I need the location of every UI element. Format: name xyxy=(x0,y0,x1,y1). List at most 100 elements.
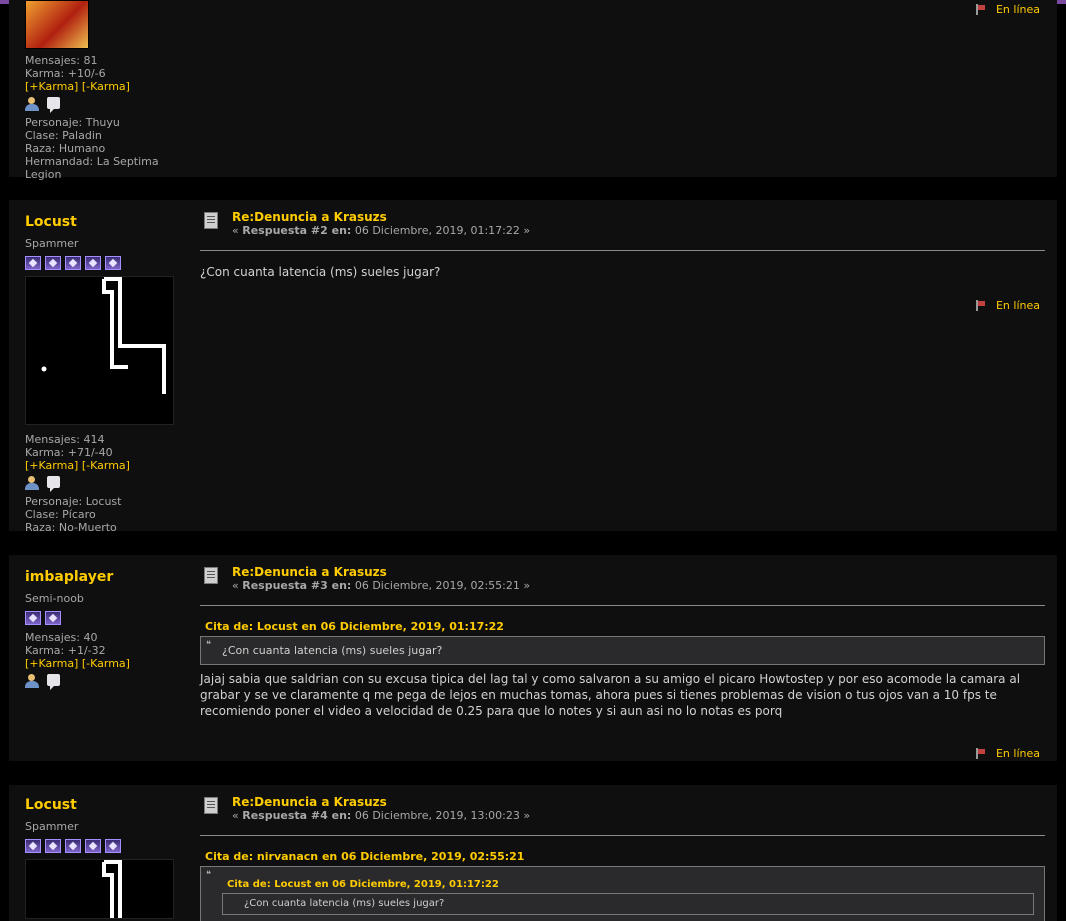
rank-star-icon xyxy=(45,611,61,625)
poster-info: imbaplayer Semi-noob Mensajes: 40 Karma:… xyxy=(25,569,185,693)
character-race: Raza: Humano xyxy=(25,142,106,155)
nested-quote-text: ¿Con cuanta latencia (ms) sueles jugar? xyxy=(244,898,445,909)
message-count: Mensajes: 40 xyxy=(25,631,98,644)
quote-mark-icon: ❝ xyxy=(206,870,211,880)
private-message-icon[interactable] xyxy=(47,476,60,492)
post-content: Re:Denuncia a Krasuzs « Respuesta #3 en:… xyxy=(200,565,1045,719)
post-icon xyxy=(204,567,218,584)
private-message-icon[interactable] xyxy=(47,97,60,113)
online-status: En línea xyxy=(975,747,1040,760)
reply-number: Respuesta #2 en: xyxy=(242,224,352,237)
rank-star-icon xyxy=(85,256,101,270)
rank-star-icon xyxy=(105,839,121,853)
poster-name[interactable]: Locust xyxy=(25,214,185,230)
character-name: Personaje: Thuyu xyxy=(25,116,120,129)
post-meta: « Respuesta #3 en: 06 Diciembre, 2019, 0… xyxy=(232,579,530,593)
avatar-drawing xyxy=(41,277,166,394)
message-count: Mensajes: 414 xyxy=(25,433,105,446)
post-4: Locust Spammer Re:Denuncia a Krasuzs « R… xyxy=(9,785,1057,921)
post-subject[interactable]: Re:Denuncia a Krasuzs xyxy=(232,565,530,579)
divider xyxy=(200,605,1045,606)
rank-star-icon xyxy=(105,256,121,270)
post-content: Re:Denuncia a Krasuzs « Respuesta #4 en:… xyxy=(200,795,1045,921)
character-class: Clase: Pícaro xyxy=(25,508,96,521)
rank-star-icon xyxy=(25,256,41,270)
quote-citation[interactable]: Cita de: nirvanacn en 06 Diciembre, 2019… xyxy=(205,850,1045,863)
rank-star-icon xyxy=(25,611,41,625)
meta-prefix: « xyxy=(232,579,243,592)
poster-name[interactable]: imbaplayer xyxy=(25,569,185,585)
online-icon xyxy=(975,300,986,311)
post-meta: « Respuesta #4 en: 06 Diciembre, 2019, 1… xyxy=(232,809,530,823)
post-header: Re:Denuncia a Krasuzs « Respuesta #2 en:… xyxy=(200,210,1045,238)
karma-links[interactable]: [+Karma] [-Karma] xyxy=(25,459,185,472)
post-header: Re:Denuncia a Krasuzs « Respuesta #3 en:… xyxy=(200,565,1045,593)
quote-block: ❝ ¿Con cuanta latencia (ms) sueles jugar… xyxy=(200,636,1045,665)
online-label: En línea xyxy=(995,3,1040,16)
avatar xyxy=(25,859,174,919)
online-icon xyxy=(975,748,986,759)
karma-value: Karma: +10/-6 xyxy=(25,67,106,80)
karma-value: Karma: +71/-40 xyxy=(25,446,113,459)
avatar xyxy=(25,0,89,49)
post-body: ¿Con cuanta latencia (ms) sueles jugar? xyxy=(200,265,441,279)
post-header: Re:Denuncia a Krasuzs « Respuesta #4 en:… xyxy=(200,795,1045,823)
rank-star-icon xyxy=(45,256,61,270)
post-meta: « Respuesta #2 en: 06 Diciembre, 2019, 0… xyxy=(232,224,530,238)
post-date: 06 Diciembre, 2019, 01:17:22 » xyxy=(351,224,531,237)
meta-prefix: « xyxy=(232,809,243,822)
post-content: Re:Denuncia a Krasuzs « Respuesta #2 en:… xyxy=(200,210,1045,280)
avatar xyxy=(25,276,174,425)
quote-mark-icon: ❝ xyxy=(206,640,211,650)
poster-icons xyxy=(25,476,185,492)
profile-icon[interactable] xyxy=(25,97,41,111)
poster-name[interactable]: Locust xyxy=(25,797,185,813)
character-guild: Hermandad: La Septima Legion xyxy=(25,155,159,181)
poster-rank: Spammer xyxy=(25,237,79,250)
quote-citation[interactable]: Cita de: Locust en 06 Diciembre, 2019, 0… xyxy=(205,620,1045,633)
karma-links[interactable]: [+Karma] [-Karma] xyxy=(25,80,185,93)
post-date: 06 Diciembre, 2019, 13:00:23 » xyxy=(351,809,531,822)
meta-prefix: « xyxy=(232,224,243,237)
rank-stars xyxy=(25,256,185,270)
post-date: 06 Diciembre, 2019, 02:55:21 » xyxy=(351,579,531,592)
rank-star-icon xyxy=(65,839,81,853)
karma-value: Karma: +1/-32 xyxy=(25,644,106,657)
poster-rank: Spammer xyxy=(25,820,79,833)
poster-icons xyxy=(25,674,185,690)
avatar-drawing xyxy=(102,860,122,918)
post-subject[interactable]: Re:Denuncia a Krasuzs xyxy=(232,210,530,224)
post-2: Locust Spammer Mensajes: 414 Karma: +71/… xyxy=(9,200,1057,534)
rank-star-icon xyxy=(65,256,81,270)
character-race: Raza: No-Muerto xyxy=(25,521,117,534)
online-label: En línea xyxy=(995,747,1040,760)
poster-icons xyxy=(25,97,185,113)
rank-star-icon xyxy=(25,839,41,853)
rank-stars xyxy=(25,839,185,853)
online-icon xyxy=(975,4,986,15)
private-message-icon[interactable] xyxy=(47,674,60,690)
post-icon xyxy=(204,797,218,814)
reply-number: Respuesta #3 en: xyxy=(242,579,352,592)
poster-info: Mensajes: 81 Karma: +10/-6 [+Karma] [-Ka… xyxy=(25,0,185,181)
divider xyxy=(200,250,1045,251)
quote-text: ¿Con cuanta latencia (ms) sueles jugar? xyxy=(222,644,443,657)
online-status: En línea xyxy=(975,299,1040,312)
profile-icon[interactable] xyxy=(25,476,41,490)
poster-rank: Semi-noob xyxy=(25,592,84,605)
rank-star-icon xyxy=(45,839,61,853)
post-3: imbaplayer Semi-noob Mensajes: 40 Karma:… xyxy=(9,555,1057,761)
reply-number: Respuesta #4 en: xyxy=(242,809,352,822)
nested-quote-citation[interactable]: Cita de: Locust en 06 Diciembre, 2019, 0… xyxy=(227,879,1034,890)
message-count: Mensajes: 81 xyxy=(25,54,98,67)
karma-links[interactable]: [+Karma] [-Karma] xyxy=(25,657,185,670)
online-status: En línea xyxy=(975,3,1040,16)
post-subject[interactable]: Re:Denuncia a Krasuzs xyxy=(232,795,530,809)
divider xyxy=(200,835,1045,836)
profile-icon[interactable] xyxy=(25,674,41,688)
nested-quote-block: ¿Con cuanta latencia (ms) sueles jugar? xyxy=(222,893,1034,915)
poster-info: Locust Spammer xyxy=(25,797,185,921)
post-body: Jajaj sabia que saldrian con su excusa t… xyxy=(200,672,1021,718)
online-label: En línea xyxy=(995,299,1040,312)
post-1: Mensajes: 81 Karma: +10/-6 [+Karma] [-Ka… xyxy=(9,0,1057,181)
